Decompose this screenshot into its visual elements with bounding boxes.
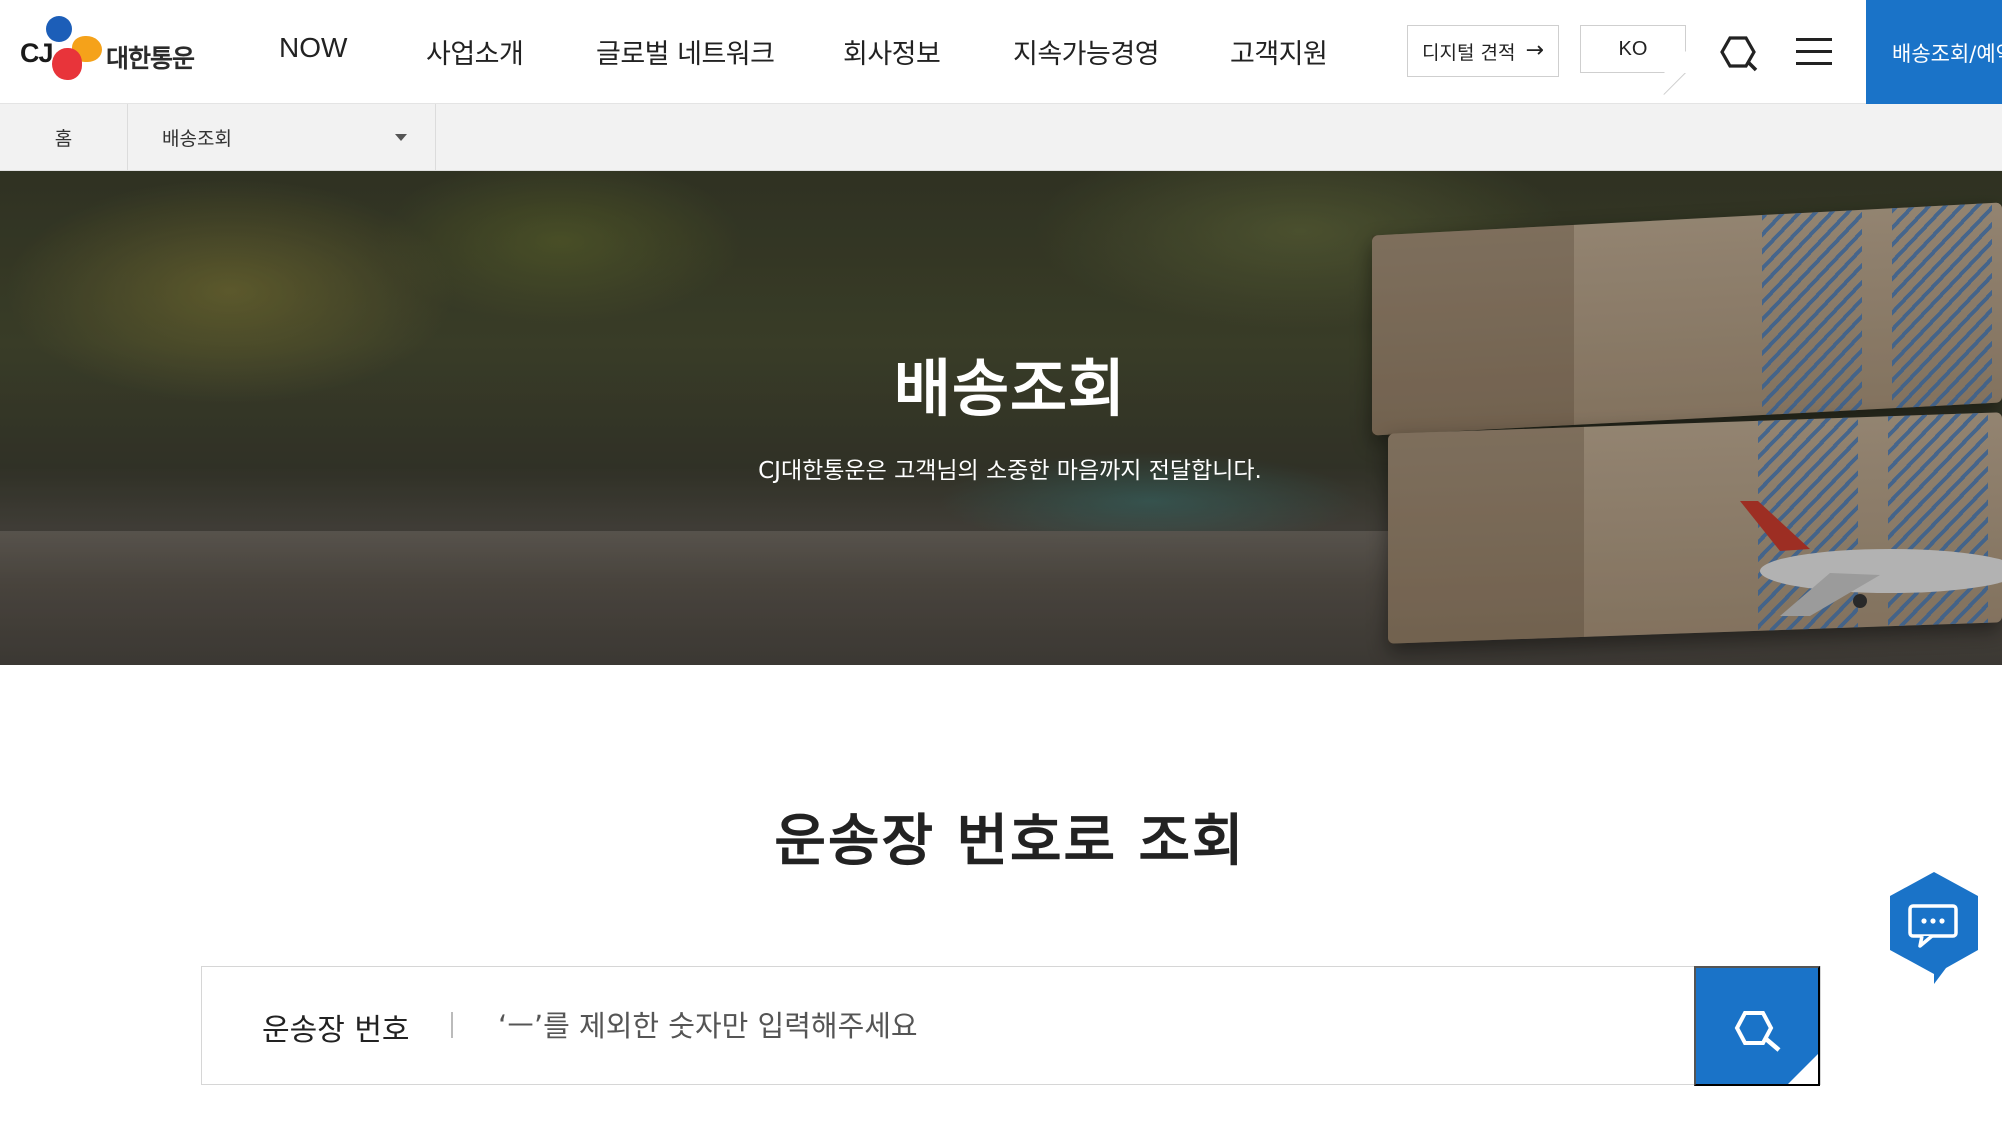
header-search-button[interactable] [1716,32,1760,72]
arrow-right-icon: → [1525,38,1544,63]
nav-item-business[interactable]: 사업소개 [426,32,524,71]
cj-logo[interactable]: CJ 대한통운 [20,14,200,86]
breadcrumb-dropdown[interactable]: 배송조회 [128,104,436,170]
breadcrumb-home[interactable]: 홈 [0,104,128,170]
tracking-section-title: 운송장 번호로 조회 [774,809,1246,874]
language-label: KO [1618,37,1648,60]
menu-line [1796,62,1832,65]
digital-quote-button[interactable]: 디지털 견적 → [1407,25,1559,77]
page-subtitle: CJ대한통운은 고객님의 소중한 마음까지 전달합니다. [758,458,1262,484]
divider [451,1012,453,1038]
language-select[interactable]: KO [1580,25,1686,73]
digital-quote-label: 디지털 견적 [1422,41,1516,64]
nav-item-customer-support[interactable]: 고객지원 [1230,32,1328,71]
tracking-search-box: 운송장 번호 [201,966,1821,1085]
logo-dot-red [52,48,82,80]
breadcrumb-current: 배송조회 [162,127,232,150]
track-reserve-button[interactable]: 배송조회/예약 [1866,0,2002,104]
chat-button[interactable] [1886,870,1982,986]
menu-line [1796,50,1832,53]
tracking-search-button[interactable] [1694,966,1820,1086]
hero-banner: 배송조회 CJ대한통운은 고객님의 소중한 마음까지 전달합니다. [0,171,2002,665]
nav-item-now[interactable]: NOW [279,32,347,64]
tracking-number-input[interactable] [498,993,1548,1059]
logo-name: 대한통운 [106,44,195,73]
logo-mark: CJ [20,38,54,68]
menu-line [1796,38,1832,41]
chat-bubble-icon [1890,872,1978,984]
nav-item-company-info[interactable]: 회사정보 [843,32,941,71]
page: CJ 대한통운 NOW 사업소개 글로벌 네트워크 회사정보 지속가능경영 고객… [0,0,2002,1132]
search-icon [1734,1011,1781,1052]
breadcrumb: 홈 배송조회 [0,104,2002,171]
caret-down-icon [395,134,407,141]
nav-item-global-network[interactable]: 글로벌 네트워크 [596,32,775,71]
site-header: CJ 대한통운 NOW 사업소개 글로벌 네트워크 회사정보 지속가능경영 고객… [0,0,2002,104]
tracking-number-label: 운송장 번호 [262,1013,410,1048]
hamburger-menu-icon[interactable] [1796,38,1832,66]
search-icon [1720,36,1758,72]
nav-item-sustainability[interactable]: 지속가능경영 [1013,32,1160,71]
page-title: 배송조회 [893,352,1127,425]
